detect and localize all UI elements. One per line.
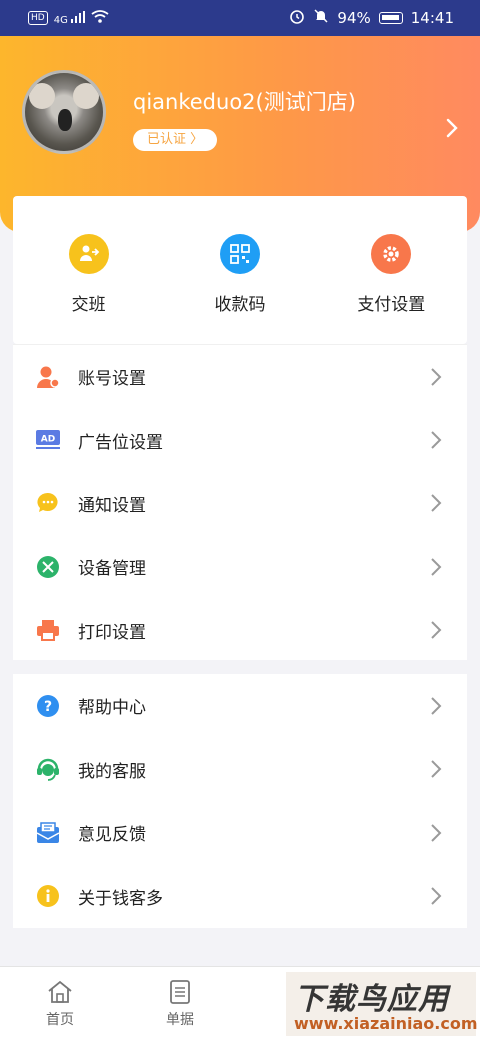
settings-list: 账号设置 AD 广告位设置 通知设置 设备管理 打印设置: [13, 344, 467, 660]
feedback-label: 意见反馈: [78, 825, 146, 846]
document-icon: [170, 980, 190, 1004]
tab-documents-label: 单据: [166, 1012, 194, 1028]
info-icon: [35, 883, 61, 909]
help-center-item[interactable]: ? 帮助中心: [13, 674, 467, 738]
notification-settings-item[interactable]: 通知设置: [13, 472, 467, 535]
network-type: 4G: [53, 14, 68, 26]
payment-settings-button[interactable]: 支付设置: [316, 196, 467, 344]
store-name: qiankeduo2(测试门店): [133, 90, 356, 114]
account-settings-item[interactable]: 账号设置: [13, 345, 467, 408]
chevron-right-icon: [431, 621, 442, 639]
help-center-label: 帮助中心: [78, 698, 146, 719]
chevron-right-icon: [431, 697, 442, 715]
payment-qrcode-label: 收款码: [214, 295, 266, 315]
print-settings-item[interactable]: 打印设置: [13, 599, 467, 662]
feedback-item[interactable]: 意见反馈: [13, 801, 467, 865]
home-icon: [48, 980, 72, 1003]
chevron-right-icon[interactable]: [444, 116, 460, 140]
quick-actions-card: 交班 收款码 支付设置: [13, 196, 467, 344]
verified-badge[interactable]: 已认证 〉: [133, 129, 218, 151]
customer-service-icon: [35, 756, 61, 782]
clock: 14:41: [410, 9, 454, 27]
chevron-right-icon: [431, 887, 442, 905]
mute-icon: [313, 8, 329, 28]
tab-home-label: 首页: [46, 1012, 74, 1028]
about-item[interactable]: 关于钱客多: [13, 865, 467, 929]
chevron-right-icon: [431, 367, 442, 386]
chevron-right-icon: [431, 431, 442, 449]
tab-documents[interactable]: 单据: [120, 967, 240, 1040]
svg-text:?: ?: [44, 699, 52, 715]
ad-settings-item[interactable]: AD 广告位设置: [13, 408, 467, 471]
status-bar: HD 4G 94% 14:41: [0, 0, 480, 36]
device-management-item[interactable]: 设备管理: [13, 535, 467, 598]
customer-service-label: 我的客服: [78, 761, 146, 782]
tab-home[interactable]: 首页: [0, 967, 120, 1040]
hd-indicator: HD: [28, 11, 48, 25]
about-label: 关于钱客多: [78, 888, 163, 909]
wifi-icon: [91, 10, 109, 26]
help-icon: ?: [35, 693, 61, 719]
avatar[interactable]: [22, 70, 106, 154]
message-icon: [35, 490, 61, 516]
watermark-text: 下载鸟应用: [294, 982, 449, 1017]
print-settings-label: 打印设置: [78, 622, 146, 643]
chevron-right-icon: [431, 824, 442, 842]
chevron-right-icon: [431, 494, 442, 513]
payment-settings-label: 支付设置: [357, 295, 426, 315]
printer-icon: [35, 617, 61, 643]
notification-settings-label: 通知设置: [78, 495, 146, 516]
payment-qrcode-button[interactable]: 收款码: [164, 196, 315, 344]
gear-icon: [371, 234, 412, 274]
customer-service-item[interactable]: 我的客服: [13, 738, 467, 802]
chevron-right-icon: [431, 558, 442, 576]
tools-icon: [35, 554, 61, 580]
svg-text:AD: AD: [41, 435, 55, 445]
ad-icon: AD: [35, 427, 61, 453]
qrcode-icon: [219, 234, 260, 274]
handover-icon: [68, 234, 109, 274]
battery-percent: 94%: [337, 9, 371, 27]
account-settings-label: 账号设置: [78, 369, 146, 390]
account-icon: [35, 364, 61, 390]
device-management-label: 设备管理: [78, 559, 146, 580]
watermark-url: www.xiazainiao.com: [294, 1014, 478, 1033]
feedback-icon: [35, 820, 61, 846]
handover-label: 交班: [71, 295, 106, 315]
battery-icon: [378, 12, 403, 24]
support-list: ? 帮助中心 我的客服 意见反馈 关于钱客多: [13, 674, 467, 928]
watermark-logo: 下载鸟应用 www.xiazainiao.com: [286, 972, 478, 1036]
chevron-right-icon: [431, 760, 442, 778]
handover-button[interactable]: 交班: [13, 196, 164, 344]
alarm-icon: [289, 8, 305, 28]
signal-icon: 4G: [53, 10, 86, 26]
ad-settings-label: 广告位设置: [78, 432, 163, 453]
